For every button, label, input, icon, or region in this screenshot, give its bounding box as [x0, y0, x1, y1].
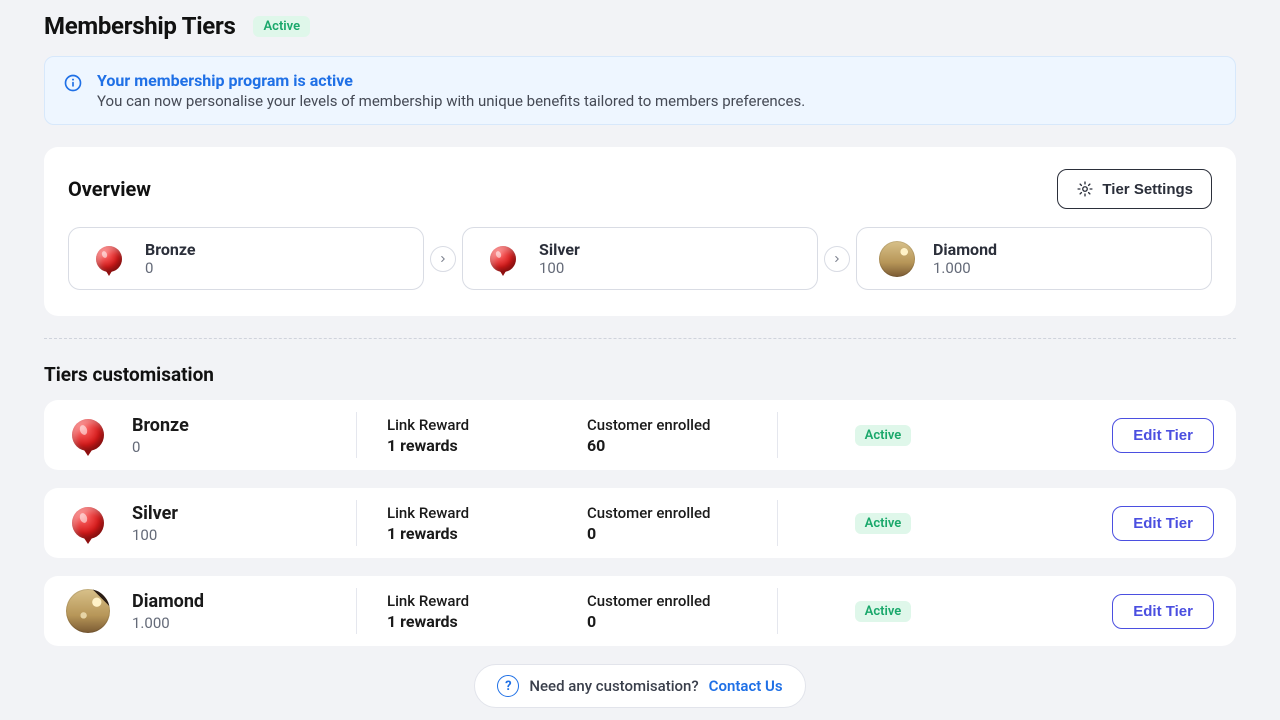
column-divider [356, 412, 357, 458]
overview-tier-name: Bronze [145, 240, 196, 259]
balloon-icon [91, 241, 127, 277]
tier-row-silver: Silver 100 Link Reward 1 rewards Custome… [44, 488, 1236, 558]
chevron-right-icon [824, 246, 850, 272]
tier-name: Diamond [132, 591, 204, 612]
overview-tier-value: 0 [145, 259, 196, 277]
chevron-right-icon [430, 246, 456, 272]
tier-settings-label: Tier Settings [1102, 181, 1193, 198]
help-icon: ? [497, 675, 519, 697]
tier-threshold: 1.000 [132, 614, 204, 632]
cafe-image-icon [66, 589, 110, 633]
divider [44, 338, 1236, 339]
overview-tier-bronze[interactable]: Bronze 0 [68, 227, 424, 290]
overview-tier-value: 100 [539, 259, 580, 277]
banner-body: You can now personalise your levels of m… [97, 92, 805, 110]
overview-tier-value: 1.000 [933, 259, 997, 277]
contact-us-link[interactable]: Contact Us [709, 677, 783, 695]
help-question: Need any customisation? [529, 677, 698, 695]
enrolled-value: 60 [587, 436, 777, 455]
tier-name: Silver [132, 503, 178, 524]
enrolled-label: Customer enrolled [587, 504, 777, 522]
overview-tier-silver[interactable]: Silver 100 [462, 227, 818, 290]
cafe-image-icon [879, 241, 915, 277]
banner-title: Your membership program is active [97, 71, 805, 90]
link-reward-label: Link Reward [387, 504, 587, 522]
info-banner: Your membership program is active You ca… [44, 56, 1236, 125]
edit-tier-button[interactable]: Edit Tier [1112, 418, 1214, 453]
status-badge: Active [855, 513, 912, 534]
link-reward-label: Link Reward [387, 416, 587, 434]
balloon-icon [485, 241, 521, 277]
enrolled-value: 0 [587, 524, 777, 543]
tier-threshold: 0 [132, 438, 189, 456]
info-icon [63, 73, 83, 93]
link-reward-label: Link Reward [387, 592, 587, 610]
column-divider [777, 588, 778, 634]
tier-name: Bronze [132, 415, 189, 436]
page-title: Membership Tiers [44, 12, 235, 40]
status-badge: Active [855, 425, 912, 446]
link-reward-value: 1 rewards [387, 436, 587, 455]
overview-tier-name: Diamond [933, 240, 997, 259]
balloon-icon [66, 501, 110, 545]
overview-tier-diamond[interactable]: Diamond 1.000 [856, 227, 1212, 290]
help-pill: ? Need any customisation? Contact Us [474, 664, 805, 708]
link-reward-value: 1 rewards [387, 524, 587, 543]
overview-card: Overview Tier Settings Bronze 0 [44, 147, 1236, 316]
gear-icon [1076, 180, 1094, 198]
status-badge: Active [253, 16, 310, 37]
link-reward-value: 1 rewards [387, 612, 587, 631]
edit-tier-button[interactable]: Edit Tier [1112, 506, 1214, 541]
tier-row-diamond: Diamond 1.000 Link Reward 1 rewards Cust… [44, 576, 1236, 646]
balloon-icon [66, 413, 110, 457]
column-divider [356, 500, 357, 546]
customisation-heading: Tiers customisation [44, 363, 1236, 386]
tier-threshold: 100 [132, 526, 178, 544]
overview-tier-name: Silver [539, 240, 580, 259]
enrolled-label: Customer enrolled [587, 592, 777, 610]
column-divider [777, 412, 778, 458]
status-badge: Active [855, 601, 912, 622]
overview-heading: Overview [68, 177, 151, 201]
column-divider [777, 500, 778, 546]
tier-row-bronze: Bronze 0 Link Reward 1 rewards Customer … [44, 400, 1236, 470]
enrolled-label: Customer enrolled [587, 416, 777, 434]
enrolled-value: 0 [587, 612, 777, 631]
tier-settings-button[interactable]: Tier Settings [1057, 169, 1212, 209]
column-divider [356, 588, 357, 634]
edit-tier-button[interactable]: Edit Tier [1112, 594, 1214, 629]
